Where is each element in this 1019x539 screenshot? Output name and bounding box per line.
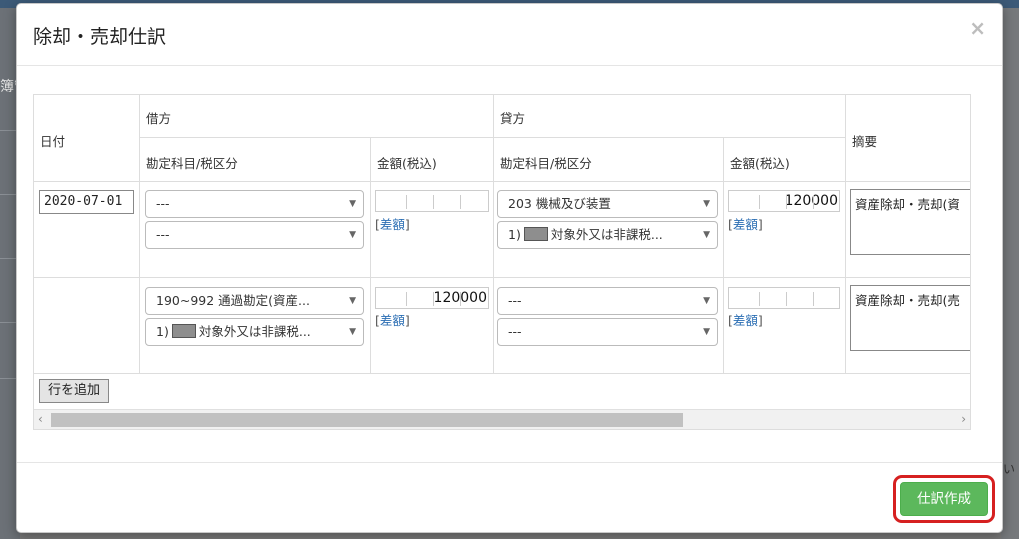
debit-diff-link[interactable]: [差額] xyxy=(375,310,410,329)
caret-down-icon: ▼ xyxy=(703,327,710,337)
header-credit-amount: 金額(税込) xyxy=(724,138,846,182)
credit-tax-prefix: 1) xyxy=(508,227,521,242)
caret-down-icon: ▼ xyxy=(349,230,356,240)
credit-account-value: 203 機械及び装置 xyxy=(508,196,611,211)
background-right-text: い xyxy=(1003,462,1016,476)
caret-down-icon: ▼ xyxy=(349,199,356,209)
credit-tax-value: --- xyxy=(508,324,522,339)
add-row-button[interactable]: 行を追加 xyxy=(39,379,110,403)
header-debit-amount: 金額(税込) xyxy=(371,138,494,182)
scroll-left-icon[interactable]: ‹ xyxy=(38,412,43,426)
header-debit-amount-label: 金額(税込) xyxy=(377,156,437,171)
diff-link-text[interactable]: 差額 xyxy=(733,313,758,328)
bracket: ] xyxy=(757,313,763,328)
create-journal-button[interactable]: 仕訳作成 xyxy=(900,482,988,516)
credit-tax-select[interactable]: --- ▼ xyxy=(497,318,718,346)
credit-account-select[interactable]: --- ▼ xyxy=(497,287,718,315)
header-memo-label: 摘要 xyxy=(852,134,878,149)
diff-link-text[interactable]: 差額 xyxy=(380,313,405,328)
modal-title: 除却・売却仕訳 xyxy=(33,26,167,48)
modal-header: 除却・売却仕訳 × xyxy=(17,4,1002,66)
credit-diff-link[interactable]: [差額] xyxy=(728,310,763,329)
caret-down-icon: ▼ xyxy=(703,230,710,240)
header-credit-amount-label: 金額(税込) xyxy=(730,156,790,171)
header-credit-account-label: 勘定科目/税区分 xyxy=(500,156,592,171)
debit-amount-input[interactable] xyxy=(375,190,489,212)
digit-separator xyxy=(813,292,814,306)
debit-amount-input[interactable]: 120000 xyxy=(375,287,489,309)
credit-account-value: --- xyxy=(508,293,522,308)
credit-tax-select[interactable]: 1) 対象外又は非課税... ▼ xyxy=(497,221,718,249)
header-debit-label: 借方 xyxy=(146,111,172,126)
header-date-label: 日付 xyxy=(40,134,66,149)
caret-down-icon: ▼ xyxy=(703,199,710,209)
header-credit-account: 勘定科目/税区分 xyxy=(494,138,724,182)
scrollbar-thumb[interactable] xyxy=(51,413,683,427)
header-credit: 貸方 xyxy=(494,95,846,138)
memo-field[interactable]: 資産除却・売却(売 xyxy=(850,285,970,351)
debit-account-select[interactable]: 190~992 通過勘定(資産... ▼ xyxy=(145,287,364,315)
memo-field[interactable]: 資産除却・売却(資 xyxy=(850,189,970,255)
digit-separator xyxy=(786,195,787,209)
submit-highlight: 仕訳作成 xyxy=(893,475,995,523)
digit-separator xyxy=(759,292,760,306)
header-date: 日付 xyxy=(34,95,140,182)
header-memo: 摘要 xyxy=(846,95,970,182)
horizontal-scrollbar[interactable]: ‹ › xyxy=(34,409,970,429)
header-debit-account-label: 勘定科目/税区分 xyxy=(146,156,238,171)
digit-separator xyxy=(460,292,461,306)
bracket: ] xyxy=(757,217,763,232)
bracket: ] xyxy=(404,217,410,232)
journal-table: 日付 借方 貸方 摘要 勘定科目/税区分 金額(税込) 勘定科目/税区分 金額(… xyxy=(33,94,971,430)
digit-separator xyxy=(406,292,407,306)
caret-down-icon: ▼ xyxy=(703,296,710,306)
disposal-journal-modal: 除却・売却仕訳 × 日付 借方 貸方 摘要 勘定科目/税区分 金額(税込) 勘定… xyxy=(16,3,1003,533)
close-icon[interactable]: × xyxy=(969,18,986,38)
scroll-right-icon[interactable]: › xyxy=(961,412,966,426)
header-debit-account: 勘定科目/税区分 xyxy=(140,138,371,182)
credit-amount-input[interactable] xyxy=(728,287,840,309)
credit-tax-suffix: 対象外又は非課税... xyxy=(550,227,663,242)
tax-tag-icon xyxy=(171,324,196,338)
digit-separator xyxy=(433,292,434,306)
header-debit: 借方 xyxy=(140,95,494,138)
debit-account-select[interactable]: --- ▼ xyxy=(145,190,364,218)
debit-tax-suffix: 対象外又は非課税... xyxy=(198,324,311,339)
tax-tag-icon xyxy=(523,227,548,241)
debit-tax-select[interactable]: --- ▼ xyxy=(145,221,364,249)
digit-separator xyxy=(786,292,787,306)
digit-separator xyxy=(759,195,760,209)
digit-separator xyxy=(433,195,434,209)
header-credit-label: 貸方 xyxy=(500,111,526,126)
debit-account-value: --- xyxy=(156,196,170,211)
diff-link-text[interactable]: 差額 xyxy=(733,217,758,232)
digit-separator xyxy=(406,195,407,209)
credit-amount-value: 120000 xyxy=(784,193,838,209)
digit-separator xyxy=(460,195,461,209)
credit-diff-link[interactable]: [差額] xyxy=(728,214,763,233)
date-input[interactable]: 2020-07-01 xyxy=(39,190,134,214)
debit-tax-select[interactable]: 1) 対象外又は非課税... ▼ xyxy=(145,318,364,346)
debit-tax-prefix: 1) xyxy=(156,324,169,339)
background-right-panel: い xyxy=(1001,8,1019,539)
debit-diff-link[interactable]: [差額] xyxy=(375,214,410,233)
diff-link-text[interactable]: 差額 xyxy=(380,217,405,232)
modal-footer-divider xyxy=(17,462,1002,463)
digit-separator xyxy=(813,195,814,209)
caret-down-icon: ▼ xyxy=(349,296,356,306)
debit-tax-value: --- xyxy=(156,227,170,242)
caret-down-icon: ▼ xyxy=(349,327,356,337)
debit-account-value: 190~992 通過勘定(資産... xyxy=(156,293,310,308)
table-row xyxy=(34,278,140,374)
bracket: ] xyxy=(404,313,410,328)
credit-account-select[interactable]: 203 機械及び装置 ▼ xyxy=(497,190,718,218)
credit-amount-input[interactable]: 120000 xyxy=(728,190,840,212)
